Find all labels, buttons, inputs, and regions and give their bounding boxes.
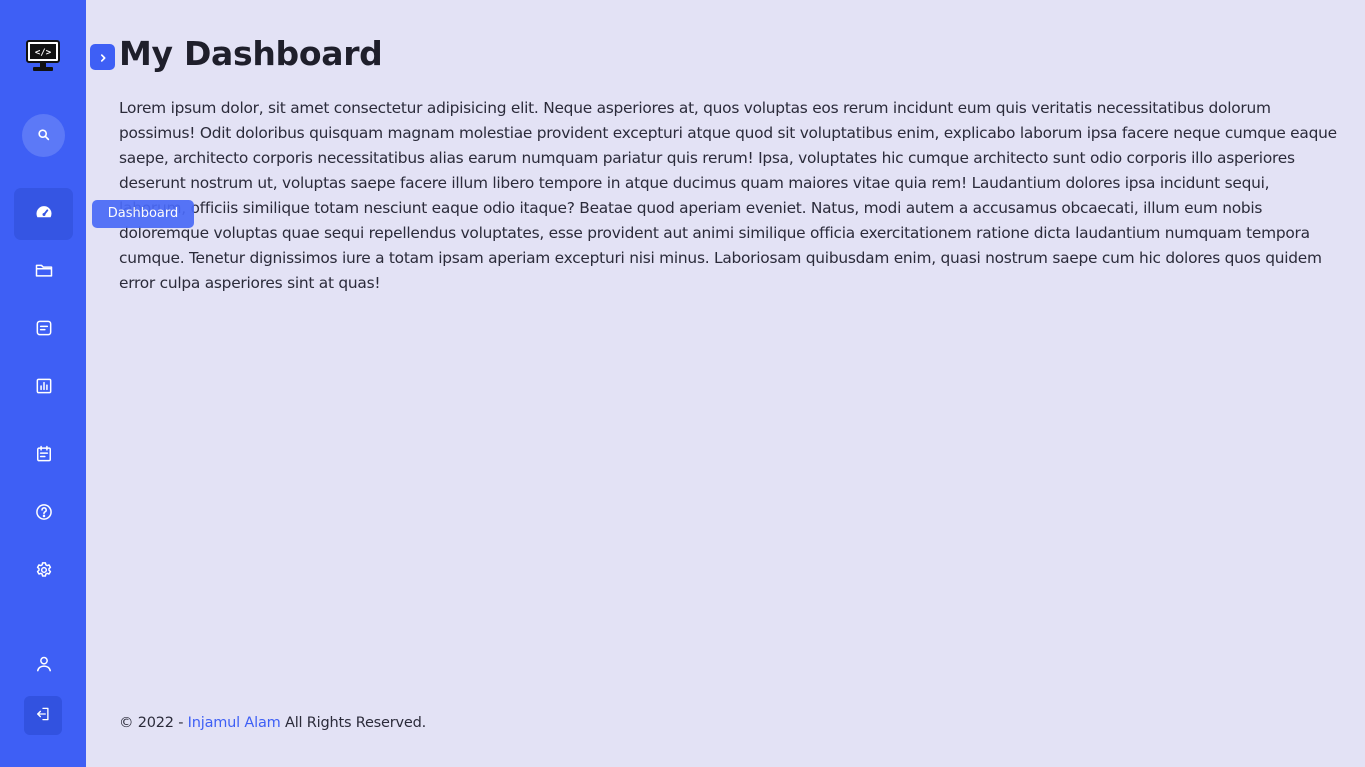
- monitor-code-icon[interactable]: </>: [26, 40, 60, 72]
- rights-text: All Rights Reserved.: [280, 715, 427, 731]
- author-link[interactable]: Injamul Alam: [188, 715, 281, 731]
- sidebar-item-settings[interactable]: [14, 546, 73, 598]
- help-circle-icon: [34, 502, 54, 526]
- sidebar-item-dashboard[interactable]: [14, 188, 73, 240]
- svg-text:</>: </>: [35, 48, 52, 58]
- calendar-icon: [34, 444, 54, 468]
- dashboard-tooltip: Dashboard: [92, 200, 194, 228]
- sidebar-item-profile[interactable]: [14, 640, 73, 692]
- logout-button[interactable]: [24, 696, 62, 735]
- sidebar-toggle-button[interactable]: [90, 44, 115, 70]
- gear-icon: [34, 560, 54, 584]
- search-button[interactable]: [22, 114, 65, 157]
- search-icon: [37, 126, 50, 145]
- footer: © 2022 - Injamul Alam All Rights Reserve…: [119, 715, 426, 731]
- chevron-right-icon: [98, 48, 108, 67]
- sidebar-item-calendar[interactable]: [14, 430, 73, 482]
- bar-chart-icon: [34, 376, 54, 400]
- content-paragraph: Lorem ipsum dolor, sit amet consectetur …: [119, 99, 1337, 292]
- user-icon: [34, 654, 54, 678]
- sidebar-item-folder[interactable]: [14, 246, 73, 298]
- copyright-text: © 2022 -: [119, 715, 188, 731]
- sidebar-item-help[interactable]: [14, 488, 73, 540]
- note-icon: [34, 318, 54, 342]
- sidebar-item-analytics[interactable]: [14, 362, 73, 414]
- folder-icon: [34, 260, 54, 284]
- sidebar: </>: [0, 0, 86, 767]
- sidebar-item-notes[interactable]: [14, 304, 73, 356]
- page-title: My Dashboard: [119, 34, 383, 73]
- speedometer-icon: [34, 202, 54, 226]
- logout-icon: [34, 705, 52, 727]
